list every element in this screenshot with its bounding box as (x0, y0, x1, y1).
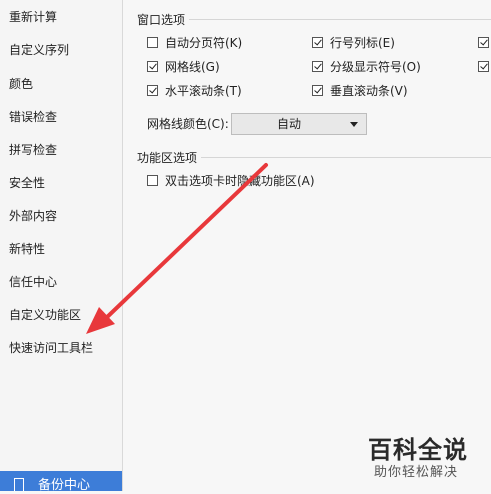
checkbox-label: 自动分页符(K) (165, 36, 243, 50)
checkbox-box[interactable] (312, 61, 323, 72)
sidebar-item-security[interactable]: 安全性 (9, 173, 45, 193)
options-sidebar: 重新计算 自定义序列 颜色 错误检查 拼写检查 安全性 外部内容 新特性 信任中… (0, 0, 123, 493)
checkbox-box[interactable] (478, 61, 489, 72)
sidebar-item-custom-lists[interactable]: 自定义序列 (9, 40, 69, 60)
ribbon-options-divider (201, 157, 491, 158)
checkbox-box[interactable] (312, 37, 323, 48)
sidebar-item-error-checking[interactable]: 错误检查 (9, 107, 57, 127)
checkbox-label: 分级显示符号(O) (330, 60, 421, 74)
checkbox-box[interactable] (478, 37, 489, 48)
ribbon-options-title: 功能区选项 (137, 151, 198, 165)
checkbox-box[interactable] (147, 175, 158, 186)
sidebar-item-color[interactable]: 颜色 (9, 74, 33, 94)
gridline-color-dropdown[interactable]: 自动 (231, 113, 367, 135)
checkbox-box[interactable] (147, 61, 158, 72)
checkbox-box[interactable] (147, 37, 158, 48)
watermark-logo: 百科全说 助你轻松解决 (364, 430, 484, 482)
sidebar-item-spell-check[interactable]: 拼写检查 (9, 140, 57, 160)
checkbox-label: 行号列标(E) (330, 36, 395, 50)
watermark-main-text: 百科全说 (368, 436, 468, 464)
sidebar-item-trust-center[interactable]: 信任中心 (9, 272, 57, 292)
watermark-sub-text: 助你轻松解决 (374, 465, 459, 480)
sidebar-item-quick-access-toolbar[interactable]: 快速访问工具栏 (9, 338, 93, 358)
checkbox-label: 双击选项卡时隐藏功能区(A) (165, 174, 315, 188)
backup-center-button[interactable]: 备份中心 (0, 471, 122, 493)
checkbox-box[interactable] (147, 85, 158, 96)
checkbox-label: 水平滚动条(T) (165, 84, 242, 98)
gridline-color-value: 自动 (276, 117, 301, 131)
backup-icon (14, 478, 24, 491)
sidebar-item-external-content[interactable]: 外部内容 (9, 206, 57, 226)
checkbox-label: 网格线(G) (165, 60, 220, 74)
window-options-divider (189, 19, 491, 20)
gridline-color-label: 网格线颜色(C): (147, 117, 229, 131)
options-main-pane: 窗口选项 自动分页符(K) 行号列标(E) 网格线(G) 分级显示符号(O) 水… (123, 0, 491, 491)
sidebar-item-recalculate[interactable]: 重新计算 (9, 7, 57, 27)
caret-down-icon (350, 122, 358, 127)
checkbox-box[interactable] (312, 85, 323, 96)
window-options-title: 窗口选项 (137, 13, 186, 27)
checkbox-label: 垂直滚动条(V) (330, 84, 408, 98)
sidebar-item-customize-ribbon[interactable]: 自定义功能区 (9, 305, 81, 325)
backup-center-label: 备份中心 (38, 478, 91, 493)
sidebar-item-new-features[interactable]: 新特性 (9, 239, 45, 259)
